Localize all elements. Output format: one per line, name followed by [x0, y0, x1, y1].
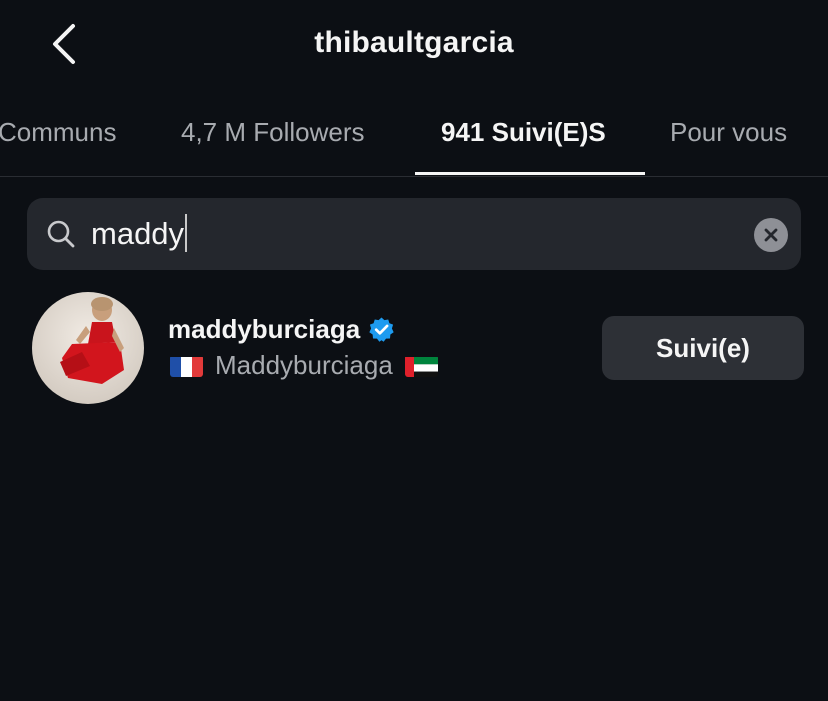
list-item[interactable]: maddyburciaga Maddyburciaga Suivi(e)	[0, 290, 828, 406]
full-name: Maddyburciaga	[215, 350, 393, 380]
clear-search-button[interactable]	[754, 218, 788, 252]
active-tab-indicator	[415, 172, 645, 175]
username-link[interactable]: maddyburciaga	[168, 314, 395, 345]
header: thibaultgarcia	[0, 0, 828, 92]
following-screen: thibaultgarcia Communs 4,7 M Followers 9…	[0, 0, 828, 701]
clear-icon	[764, 228, 778, 242]
full-name-line: Maddyburciaga	[170, 350, 438, 381]
avatar[interactable]	[32, 292, 144, 404]
tab-pour-vous[interactable]: Pour vous	[670, 100, 787, 174]
search-input-value: maddy	[91, 216, 185, 251]
search-bar[interactable]: maddy	[27, 198, 801, 270]
tab-followers[interactable]: 4,7 M Followers	[181, 100, 365, 174]
search-input[interactable]: maddy	[91, 214, 188, 254]
tab-communs[interactable]: Communs	[0, 100, 116, 174]
avatar-photo	[32, 292, 144, 404]
following-button[interactable]: Suivi(e)	[602, 316, 804, 380]
tab-bar: Communs 4,7 M Followers 941 Suivi(E)S Po…	[0, 100, 828, 177]
search-icon	[47, 220, 75, 248]
username: maddyburciaga	[168, 314, 361, 344]
text-cursor	[185, 214, 188, 252]
tab-following[interactable]: 941 Suivi(E)S	[441, 100, 606, 174]
verified-badge-icon	[369, 317, 394, 342]
france-flag-icon	[170, 355, 203, 377]
uae-flag-icon	[404, 355, 438, 377]
page-title: thibaultgarcia	[314, 26, 514, 59]
